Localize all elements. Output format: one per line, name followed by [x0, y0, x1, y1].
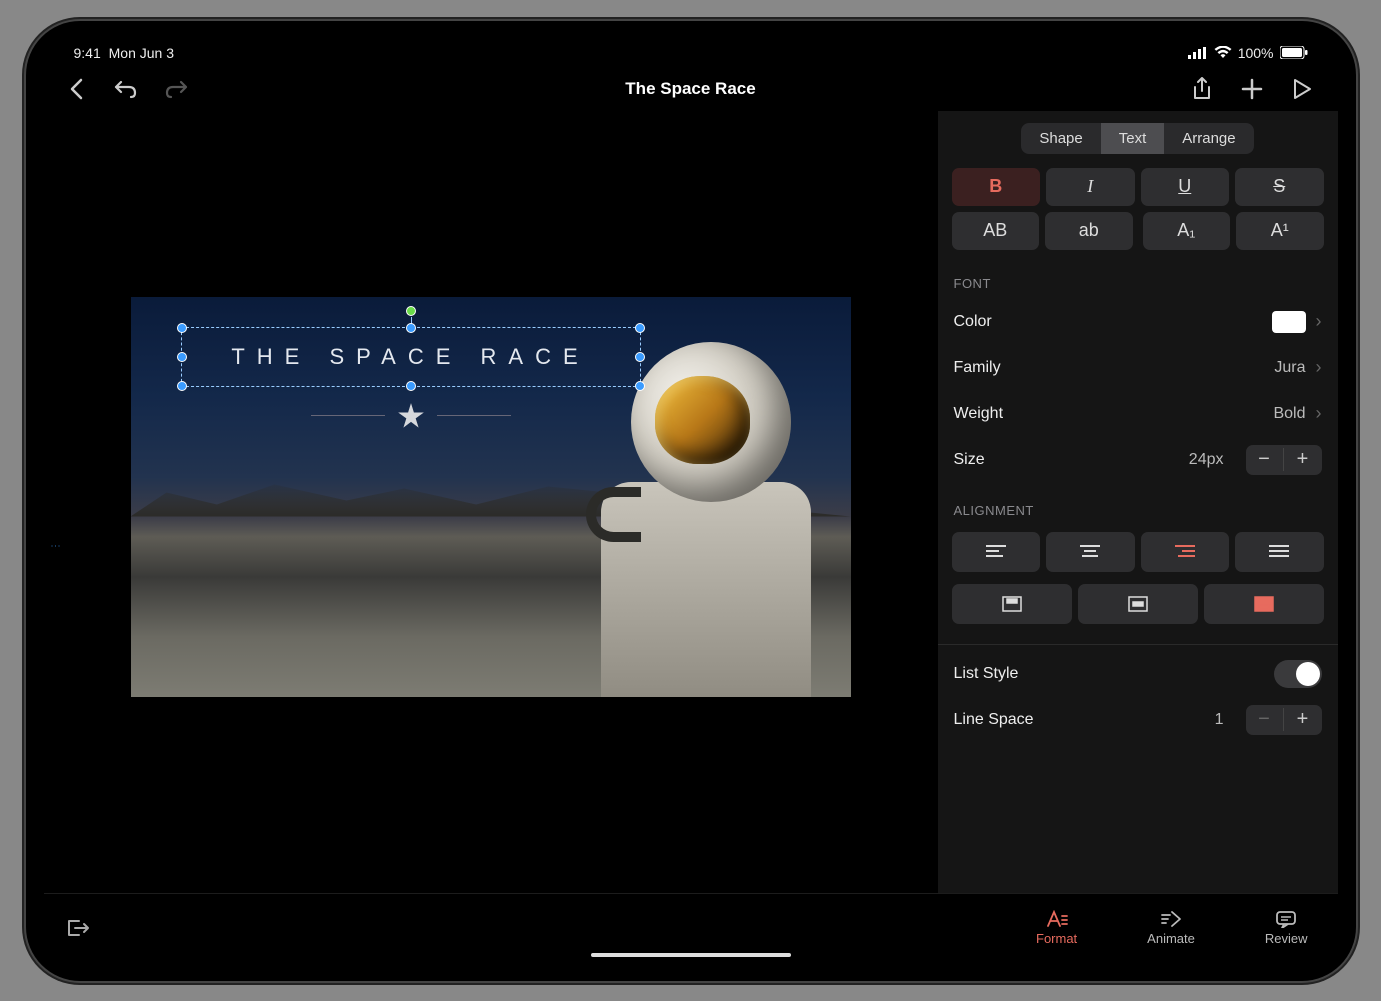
resize-handle-tl[interactable]	[177, 323, 187, 333]
star-decoration	[311, 402, 511, 430]
home-indicator[interactable]	[591, 953, 791, 957]
format-icon	[1046, 910, 1068, 928]
superscript-button[interactable]: A¹	[1236, 212, 1324, 250]
back-button[interactable]	[62, 75, 90, 103]
battery-percent: 100%	[1238, 45, 1274, 61]
exit-button[interactable]	[64, 914, 92, 942]
line-space-label: Line Space	[954, 711, 1034, 729]
star-icon	[397, 402, 425, 430]
rotation-handle[interactable]	[406, 306, 416, 316]
align-left-button[interactable]	[952, 532, 1041, 572]
italic-button[interactable]: I	[1046, 168, 1135, 206]
share-button[interactable]	[1188, 75, 1216, 103]
size-stepper: − +	[1246, 445, 1322, 475]
chevron-right-icon: ›	[1316, 357, 1322, 378]
valign-middle-button[interactable]	[1078, 584, 1198, 624]
list-style-row: List Style	[954, 651, 1322, 697]
size-decrease-button[interactable]: −	[1246, 448, 1284, 471]
align-right-button[interactable]	[1141, 532, 1230, 572]
valign-top-button[interactable]	[952, 584, 1072, 624]
toolbar: The Space Race	[44, 67, 1338, 111]
resize-handle-tr[interactable]	[635, 323, 645, 333]
resize-handle-ml[interactable]	[177, 352, 187, 362]
play-button[interactable]	[1288, 75, 1316, 103]
tab-arrange[interactable]: Arrange	[1164, 123, 1253, 154]
line-space-decrease-button[interactable]: −	[1246, 708, 1284, 731]
line-space-row: Line Space 1 − +	[954, 697, 1322, 743]
bottom-bar: Format Animate Review	[44, 893, 1338, 963]
status-bar: 9:41 Mon Jun 3 100%	[44, 39, 1338, 67]
line-space-value: 1	[1215, 711, 1224, 729]
animate-tab[interactable]: Animate	[1147, 910, 1195, 946]
undo-button[interactable]	[112, 75, 140, 103]
status-date: Mon Jun 3	[109, 45, 174, 61]
wifi-icon	[1214, 46, 1232, 59]
family-value: Jura	[1274, 359, 1305, 377]
astronaut-image	[591, 342, 811, 682]
status-indicators: 100%	[1188, 45, 1308, 61]
align-center-button[interactable]	[1046, 532, 1135, 572]
add-button[interactable]	[1238, 75, 1266, 103]
format-tab[interactable]: Format	[1036, 910, 1077, 946]
align-justify-button[interactable]	[1235, 532, 1324, 572]
lowercase-button[interactable]: ab	[1045, 212, 1133, 250]
list-style-toggle[interactable]	[1274, 660, 1322, 688]
subscript-button[interactable]: A₁	[1143, 212, 1231, 250]
canvas[interactable]: ⋮ THE SPACE RACE	[44, 111, 938, 893]
font-section-label: Font	[938, 256, 1338, 299]
color-label: Color	[954, 313, 992, 331]
review-tab[interactable]: Review	[1265, 910, 1308, 946]
slide[interactable]: THE SPACE RACE	[131, 297, 851, 697]
strikethrough-button[interactable]: S	[1235, 168, 1324, 206]
color-row[interactable]: Color ›	[954, 299, 1322, 345]
inspector-panel: Shape Text Arrange B I U S AB ab	[938, 111, 1338, 893]
side-accent: ⋮	[50, 541, 61, 551]
weight-label: Weight	[954, 405, 1004, 423]
tab-shape[interactable]: Shape	[1021, 123, 1100, 154]
battery-icon	[1280, 46, 1308, 59]
color-swatch[interactable]	[1272, 311, 1306, 333]
selected-text-box[interactable]: THE SPACE RACE	[181, 327, 641, 387]
size-row: Size 24px − +	[954, 437, 1322, 483]
family-row[interactable]: Family Jura ›	[954, 345, 1322, 391]
family-label: Family	[954, 359, 1001, 377]
size-label: Size	[954, 451, 985, 469]
panel-tabs: Shape Text Arrange	[938, 111, 1338, 168]
tab-text[interactable]: Text	[1101, 123, 1165, 154]
chevron-right-icon: ›	[1316, 403, 1322, 424]
resize-handle-bl[interactable]	[177, 381, 187, 391]
resize-handle-bm[interactable]	[406, 381, 416, 391]
line-space-increase-button[interactable]: +	[1284, 708, 1322, 731]
size-value: 24px	[1189, 451, 1224, 469]
weight-value: Bold	[1273, 405, 1305, 423]
redo-button[interactable]	[162, 75, 190, 103]
uppercase-button[interactable]: AB	[952, 212, 1040, 250]
title-text[interactable]: THE SPACE RACE	[182, 328, 640, 386]
weight-row[interactable]: Weight Bold ›	[954, 391, 1322, 437]
line-space-stepper: − +	[1246, 705, 1322, 735]
size-increase-button[interactable]: +	[1284, 448, 1322, 471]
underline-button[interactable]: U	[1141, 168, 1230, 206]
review-icon	[1275, 910, 1297, 928]
bold-button[interactable]: B	[952, 168, 1041, 206]
valign-bottom-button[interactable]	[1204, 584, 1324, 624]
signal-icon	[1188, 47, 1208, 59]
status-time: 9:41	[74, 45, 101, 61]
chevron-right-icon: ›	[1316, 311, 1322, 332]
status-time-date: 9:41 Mon Jun 3	[74, 45, 175, 61]
list-style-label: List Style	[954, 665, 1019, 683]
resize-handle-br[interactable]	[635, 381, 645, 391]
alignment-section-label: Alignment	[938, 483, 1338, 526]
document-title: The Space Race	[625, 79, 755, 99]
resize-handle-mr[interactable]	[635, 352, 645, 362]
resize-handle-tm[interactable]	[406, 323, 416, 333]
animate-icon	[1160, 910, 1182, 928]
